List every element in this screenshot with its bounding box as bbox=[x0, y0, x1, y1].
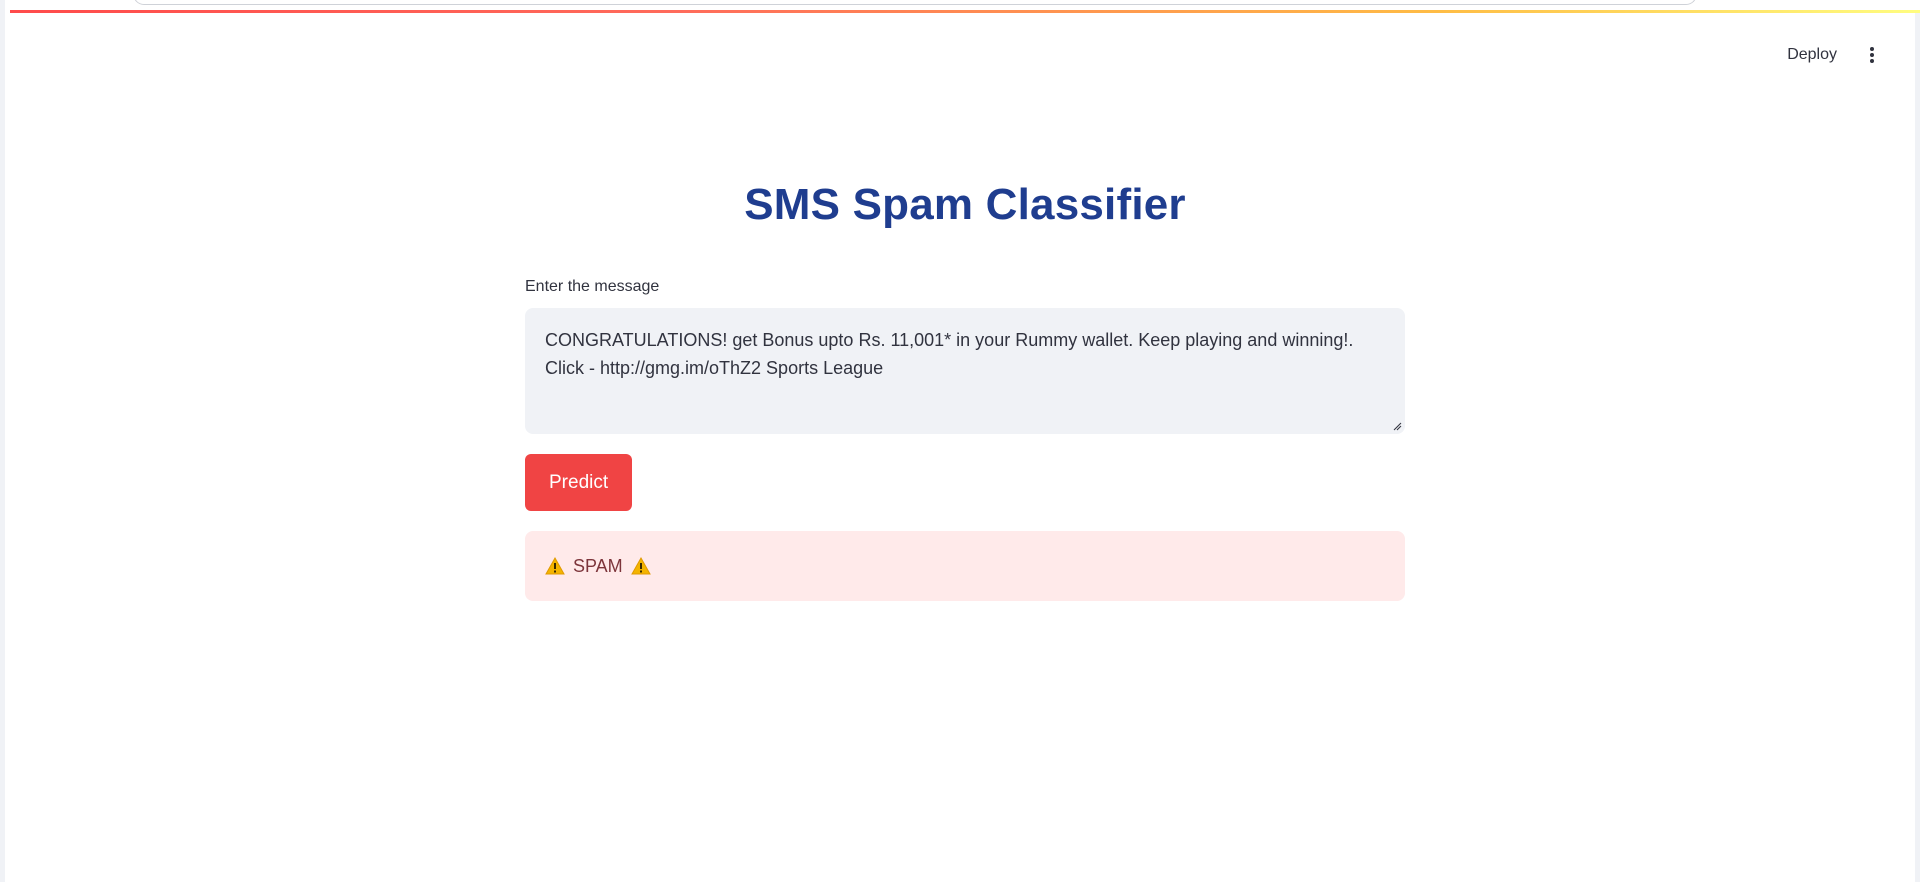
message-textarea[interactable]: CONGRATULATIONS! get Bonus upto Rs. 11,0… bbox=[525, 308, 1405, 434]
page-title: SMS Spam Classifier bbox=[744, 180, 1186, 229]
browser-address-bar-edge bbox=[133, 0, 1697, 5]
predict-button[interactable]: Predict bbox=[525, 454, 633, 511]
result-alert: SPAM bbox=[525, 531, 1405, 601]
header-toolbar: Deploy bbox=[1783, 40, 1881, 70]
message-text[interactable]: CONGRATULATIONS! get Bonus upto Rs. 11,0… bbox=[545, 326, 1385, 382]
message-input-label: Enter the message bbox=[525, 278, 660, 295]
result-label: SPAM bbox=[573, 555, 623, 576]
header-decoration-bar bbox=[10, 10, 1920, 13]
warning-icon bbox=[545, 556, 565, 576]
app-frame: Deploy SMS Spam Classifier Enter the mes… bbox=[0, 0, 1920, 882]
resize-handle-icon[interactable] bbox=[1392, 421, 1402, 431]
main-content: SMS Spam Classifier Enter the message CO… bbox=[525, 160, 1405, 601]
deploy-button[interactable]: Deploy bbox=[1783, 40, 1841, 70]
warning-icon bbox=[630, 556, 651, 576]
more-vertical-icon[interactable] bbox=[1863, 43, 1881, 67]
